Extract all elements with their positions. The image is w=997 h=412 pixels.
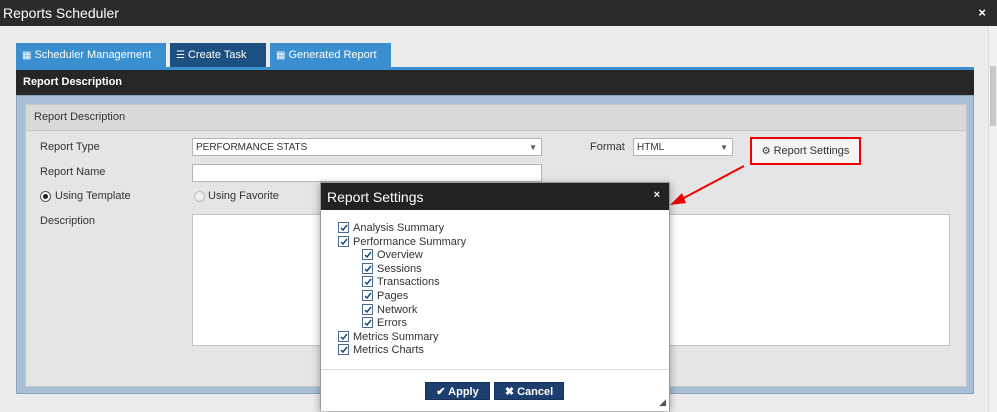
using-template-label: Using Template xyxy=(55,190,131,202)
using-template-radio[interactable] xyxy=(40,191,51,202)
checkbox[interactable] xyxy=(338,236,349,247)
tab-create-task[interactable]: ☰ Create Task xyxy=(170,43,266,68)
calendar-icon: ▦ xyxy=(22,50,32,61)
checkbox[interactable] xyxy=(362,249,373,260)
checkbox-label: Overview xyxy=(377,249,423,261)
report-name-input[interactable] xyxy=(192,164,542,182)
checkbox-label: Metrics Charts xyxy=(353,344,424,356)
checkbox[interactable] xyxy=(362,276,373,287)
description-label: Description xyxy=(40,215,96,227)
checkbox-label: Performance Summary xyxy=(353,236,467,248)
checkbox-label: Pages xyxy=(377,290,409,302)
tab-label: Create Task xyxy=(187,49,247,61)
checkbox[interactable] xyxy=(338,222,349,233)
tab-scheduler-management[interactable]: ▦ Scheduler Management xyxy=(16,43,166,68)
apply-button[interactable]: ✔ Apply xyxy=(425,382,490,400)
resize-grip-icon[interactable]: ◢ xyxy=(659,397,666,408)
checkbox-label: Analysis Summary xyxy=(353,222,445,234)
check-icon: ✔ xyxy=(436,386,446,398)
chevron-down-icon: ▼ xyxy=(529,143,537,152)
using-favorite-radio[interactable] xyxy=(194,191,205,202)
dialog-title: Report Settings xyxy=(327,189,424,205)
scrollbar[interactable] xyxy=(988,26,997,412)
tab-label: Scheduler Management xyxy=(34,49,152,61)
panel-title: Report Description xyxy=(23,76,123,88)
gears-icon: ⚙ xyxy=(761,146,771,157)
list-icon: ☰ xyxy=(176,50,185,61)
chevron-down-icon: ▼ xyxy=(720,143,728,152)
window-title: Reports Scheduler xyxy=(3,5,119,21)
checkbox-label: Transactions xyxy=(377,276,440,288)
using-favorite-label: Using Favorite xyxy=(208,190,279,202)
report-type-value: PERFORMANCE STATS xyxy=(196,142,308,153)
calendar-icon: ▦ xyxy=(276,50,286,61)
report-settings-dialog: Report Settings × Analysis Summary Perfo… xyxy=(320,182,670,411)
cancel-button[interactable]: ✖ Cancel xyxy=(494,382,564,400)
scrollbar-thumb[interactable] xyxy=(990,66,996,126)
checkbox[interactable] xyxy=(362,304,373,315)
checkbox-label: Metrics Summary xyxy=(353,331,439,343)
format-label: Format xyxy=(590,141,625,153)
window-titlebar: Reports Scheduler × xyxy=(0,0,997,26)
report-settings-button[interactable]: ⚙ Report Settings xyxy=(750,137,861,165)
report-settings-label: Report Settings xyxy=(773,145,850,157)
close-icon[interactable]: × xyxy=(978,5,986,20)
apply-label: Apply xyxy=(448,386,479,398)
tab-generated-report[interactable]: ▦ Generated Report xyxy=(270,43,391,68)
x-icon: ✖ xyxy=(504,386,515,398)
report-type-label: Report Type xyxy=(40,141,100,153)
cancel-label: Cancel xyxy=(517,386,554,398)
section-header: Report Description xyxy=(26,105,966,131)
format-value: HTML xyxy=(637,142,665,153)
format-select[interactable]: HTML ▼ xyxy=(633,138,733,156)
checkbox-label: Errors xyxy=(377,317,407,329)
checkbox[interactable] xyxy=(362,317,373,328)
tab-label: Generated Report xyxy=(288,49,377,61)
dialog-footer: ✔ Apply ✖ Cancel ◢ xyxy=(321,369,669,411)
close-icon[interactable]: × xyxy=(654,189,660,201)
report-type-select[interactable]: PERFORMANCE STATS ▼ xyxy=(192,138,542,156)
checkbox-label: Sessions xyxy=(377,263,422,275)
checkbox[interactable] xyxy=(362,263,373,274)
section-title: Report Description xyxy=(34,111,126,123)
checkbox[interactable] xyxy=(338,331,349,342)
checkbox[interactable] xyxy=(338,344,349,355)
checkbox-label: Network xyxy=(377,304,418,316)
report-name-label: Report Name xyxy=(40,166,106,178)
dialog-header: Report Settings × xyxy=(321,183,669,210)
panel-header: Report Description xyxy=(16,70,974,95)
checkbox[interactable] xyxy=(362,290,373,301)
